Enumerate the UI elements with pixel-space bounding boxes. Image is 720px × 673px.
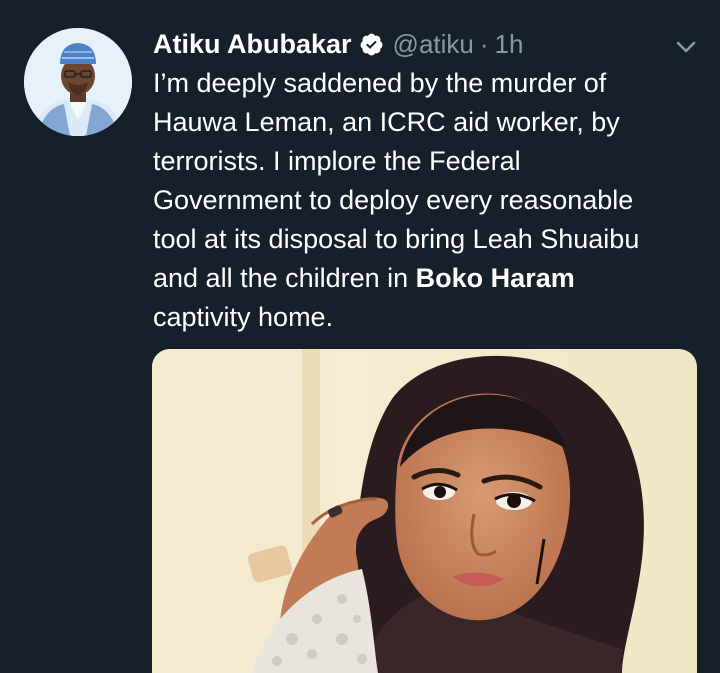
tweet-text-line: I’m deeply saddened by the murder of <box>153 68 607 98</box>
verified-badge-icon <box>359 32 384 57</box>
attached-photo <box>152 349 697 673</box>
tweet-text-line: and all the children in Boko Haram <box>153 259 713 298</box>
tweet-text-line: Hauwa Leman, an ICRC aid worker, by <box>153 107 620 137</box>
tweet-text-bold: Boko Haram <box>415 263 575 293</box>
author-display-name[interactable]: Atiku Abubakar <box>153 29 352 60</box>
tweet-card[interactable]: Atiku Abubakar @atiku · 1h I’m deeply sa… <box>0 0 720 673</box>
tweet-text-line: terrorists. I implore the Federal <box>153 146 521 176</box>
author-handle[interactable]: @atiku <box>393 29 474 60</box>
chevron-down-icon[interactable] <box>672 36 700 58</box>
tweet-text: I’m deeply saddened by the murder of Hau… <box>153 64 713 337</box>
tweet-header: Atiku Abubakar @atiku · 1h <box>153 28 523 60</box>
tweet-media-photo[interactable] <box>152 349 697 673</box>
tweet-text-line: tool at its disposal to bring Leah Shuai… <box>153 224 640 254</box>
tweet-timestamp[interactable]: 1h <box>495 29 524 60</box>
author-avatar[interactable] <box>24 28 132 136</box>
tweet-text-line: Government to deploy every reasonable <box>153 185 634 215</box>
avatar-photo <box>24 28 132 136</box>
header-separator: · <box>479 28 489 59</box>
tweet-text-line: captivity home. <box>153 302 334 332</box>
tweet-text-segment: and all the children in <box>153 263 416 293</box>
